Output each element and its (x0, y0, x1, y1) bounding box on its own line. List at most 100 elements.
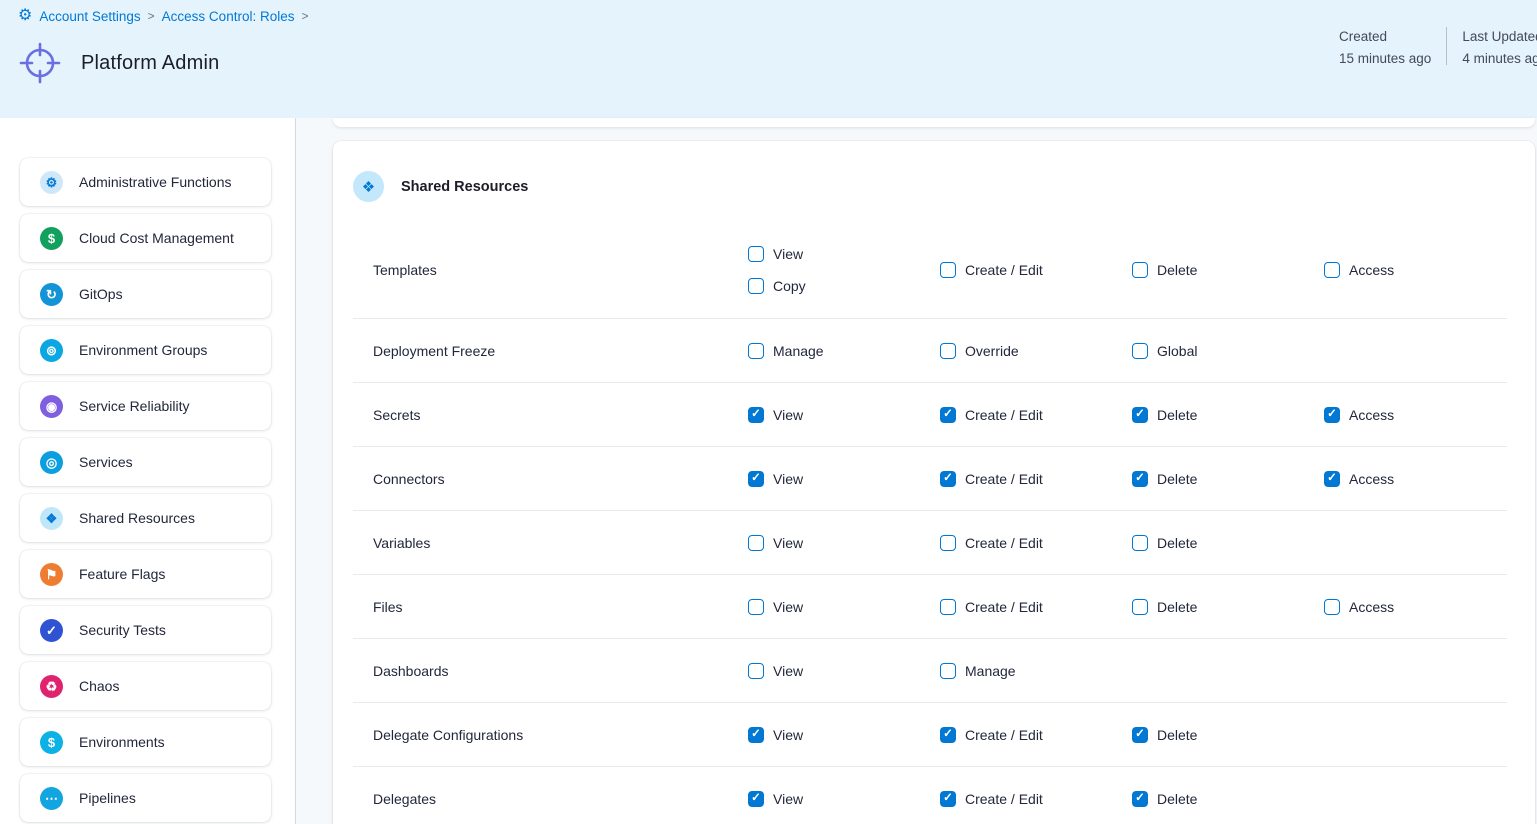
unchecked-checkbox-icon[interactable] (1324, 599, 1340, 615)
permission-variables-create-edit[interactable]: Create / Edit (940, 535, 1132, 551)
sidebar-item-chaos[interactable]: ♻ Chaos (20, 662, 271, 710)
permission-files-view[interactable]: View (748, 599, 940, 615)
permission-row-connectors: Connectors ✓ View ✓ Create / Edit ✓ Dele… (353, 447, 1507, 511)
permission-dashboards-manage[interactable]: Manage (940, 663, 1132, 679)
sidebar-item-gitops[interactable]: ↻ GitOps (20, 270, 271, 318)
shared-resources-icon: ❖ (353, 171, 384, 202)
sidebar-item-label: Chaos (79, 678, 119, 694)
service-reliability-icon: ◉ (40, 395, 63, 418)
permission-delegate-configurations-create-edit[interactable]: ✓ Create / Edit (940, 727, 1132, 743)
unchecked-checkbox-icon[interactable] (748, 599, 764, 615)
sidebar-item-label: Environments (79, 734, 165, 750)
permission-connectors-view[interactable]: ✓ View (748, 471, 940, 487)
checked-checkbox-icon[interactable]: ✓ (1132, 471, 1148, 487)
permission-delegates-delete[interactable]: ✓ Delete (1132, 791, 1324, 807)
sidebar-item-security-tests[interactable]: ✓ Security Tests (20, 606, 271, 654)
checked-checkbox-icon[interactable]: ✓ (748, 471, 764, 487)
permission-secrets-delete[interactable]: ✓ Delete (1132, 407, 1324, 423)
permission-connectors-delete[interactable]: ✓ Delete (1132, 471, 1324, 487)
checked-checkbox-icon[interactable]: ✓ (748, 407, 764, 423)
permission-column: Delete (1132, 262, 1324, 278)
unchecked-checkbox-icon[interactable] (748, 278, 764, 294)
page-title: Platform Admin (81, 52, 219, 75)
permission-variables-view[interactable]: View (748, 535, 940, 551)
permission-templates-delete[interactable]: Delete (1132, 262, 1324, 278)
unchecked-checkbox-icon[interactable] (940, 663, 956, 679)
checked-checkbox-icon[interactable]: ✓ (748, 791, 764, 807)
permission-delegates-view[interactable]: ✓ View (748, 791, 940, 807)
permission-secrets-view[interactable]: ✓ View (748, 407, 940, 423)
created-label: Created (1339, 26, 1431, 48)
permission-connectors-access[interactable]: ✓ Access (1324, 471, 1516, 487)
permission-secrets-access[interactable]: ✓ Access (1324, 407, 1516, 423)
environment-groups-icon: ⊚ (40, 339, 63, 362)
sidebar-item-label: Environment Groups (79, 342, 207, 358)
checked-checkbox-icon[interactable]: ✓ (940, 791, 956, 807)
permission-delegates-create-edit[interactable]: ✓ Create / Edit (940, 791, 1132, 807)
permission-deployment-freeze-manage[interactable]: Manage (748, 343, 940, 359)
unchecked-checkbox-icon[interactable] (940, 599, 956, 615)
sidebar-item-service-reliability[interactable]: ◉ Service Reliability (20, 382, 271, 430)
sidebar-item-environment-groups[interactable]: ⊚ Environment Groups (20, 326, 271, 374)
breadcrumb-account-settings[interactable]: Account Settings (39, 9, 140, 24)
permission-column: Create / Edit (940, 535, 1132, 551)
sidebar-item-pipelines[interactable]: ⋯ Pipelines (20, 774, 271, 822)
sidebar-item-feature-flags[interactable]: ⚑ Feature Flags (20, 550, 271, 598)
resource-name: Files (353, 599, 748, 615)
sidebar-item-services[interactable]: ◎ Services (20, 438, 271, 486)
unchecked-checkbox-icon[interactable] (1132, 535, 1148, 551)
sidebar-item-label: Administrative Functions (79, 174, 232, 190)
permission-deployment-freeze-override[interactable]: Override (940, 343, 1132, 359)
unchecked-checkbox-icon[interactable] (748, 246, 764, 262)
permission-delegate-configurations-delete[interactable]: ✓ Delete (1132, 727, 1324, 743)
checked-checkbox-icon[interactable]: ✓ (1132, 727, 1148, 743)
permission-templates-view[interactable]: View (748, 246, 940, 262)
permission-column: ✓ Delete (1132, 727, 1324, 743)
permission-files-access[interactable]: Access (1324, 599, 1516, 615)
unchecked-checkbox-icon[interactable] (748, 663, 764, 679)
breadcrumb-separator: > (301, 9, 308, 23)
permission-variables-delete[interactable]: Delete (1132, 535, 1324, 551)
unchecked-checkbox-icon[interactable] (940, 343, 956, 359)
last-updated-meta: Last Updated 4 minutes ago (1462, 26, 1537, 70)
sidebar-item-environments[interactable]: $ Environments (20, 718, 271, 766)
permission-dashboards-view[interactable]: View (748, 663, 940, 679)
checked-checkbox-icon[interactable]: ✓ (940, 727, 956, 743)
unchecked-checkbox-icon[interactable] (748, 535, 764, 551)
permission-secrets-create-edit[interactable]: ✓ Create / Edit (940, 407, 1132, 423)
permission-templates-copy[interactable]: Copy (748, 278, 940, 294)
checked-checkbox-icon[interactable]: ✓ (748, 727, 764, 743)
checked-checkbox-icon[interactable]: ✓ (1324, 471, 1340, 487)
permission-column: ✓ View (748, 471, 940, 487)
permission-templates-access[interactable]: Access (1324, 262, 1516, 278)
unchecked-checkbox-icon[interactable] (1324, 262, 1340, 278)
permission-files-create-edit[interactable]: Create / Edit (940, 599, 1132, 615)
created-meta: Created 15 minutes ago (1339, 26, 1431, 70)
sidebar-item-cloud-cost-management[interactable]: $ Cloud Cost Management (20, 214, 271, 262)
unchecked-checkbox-icon[interactable] (1132, 343, 1148, 359)
permission-connectors-create-edit[interactable]: ✓ Create / Edit (940, 471, 1132, 487)
unchecked-checkbox-icon[interactable] (1132, 262, 1148, 278)
permission-deployment-freeze-global[interactable]: Global (1132, 343, 1324, 359)
unchecked-checkbox-icon[interactable] (940, 535, 956, 551)
breadcrumb-access-control-roles[interactable]: Access Control: Roles (162, 9, 295, 24)
checked-checkbox-icon[interactable]: ✓ (1132, 407, 1148, 423)
checked-checkbox-icon[interactable]: ✓ (940, 407, 956, 423)
permission-column: ✓ Access (1324, 471, 1516, 487)
resource-name: Connectors (353, 471, 748, 487)
permission-templates-create-edit[interactable]: Create / Edit (940, 262, 1132, 278)
unchecked-checkbox-icon[interactable] (940, 262, 956, 278)
sidebar-item-label: Pipelines (79, 790, 136, 806)
checked-checkbox-icon[interactable]: ✓ (1324, 407, 1340, 423)
checked-checkbox-icon[interactable]: ✓ (1132, 791, 1148, 807)
permission-delegate-configurations-view[interactable]: ✓ View (748, 727, 940, 743)
unchecked-checkbox-icon[interactable] (1132, 599, 1148, 615)
unchecked-checkbox-icon[interactable] (748, 343, 764, 359)
permission-files-delete[interactable]: Delete (1132, 599, 1324, 615)
sidebar-item-administrative-functions[interactable]: ⚙ Administrative Functions (20, 158, 271, 206)
permission-column: Manage (940, 663, 1132, 679)
sidebar-item-shared-resources[interactable]: ❖ Shared Resources (20, 494, 271, 542)
permission-column: Create / Edit (940, 262, 1132, 278)
previous-section-card-edge (333, 118, 1535, 127)
checked-checkbox-icon[interactable]: ✓ (940, 471, 956, 487)
